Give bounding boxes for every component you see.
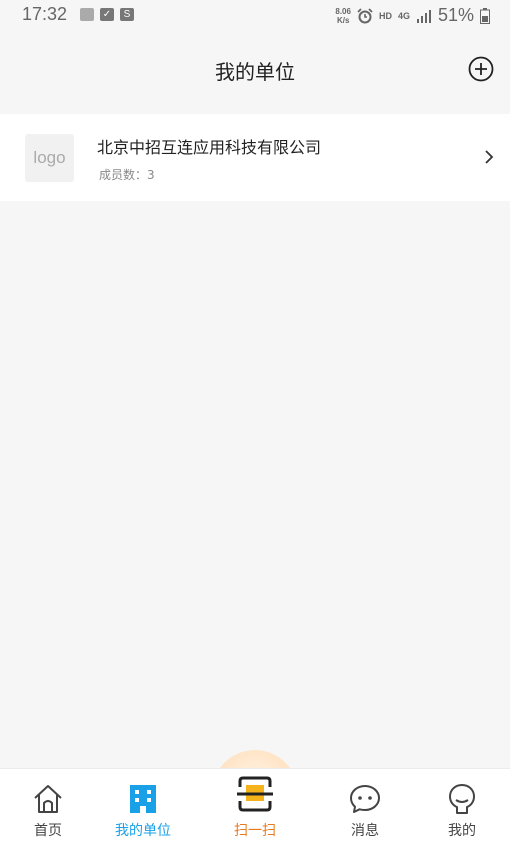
network-type: 4G (397, 10, 410, 21)
check-icon: ✓ (100, 8, 114, 21)
status-time: 17:32 (22, 4, 68, 24)
status-system-icons: 8.06 K/s HD 4G 51% (335, 5, 490, 26)
chevron-right-icon (485, 150, 494, 164)
status-notification-icons: ✓ S (80, 8, 134, 21)
tab-home[interactable]: 首页 (3, 769, 93, 850)
image-icon (80, 8, 94, 21)
plus-circle-icon[interactable] (468, 56, 494, 82)
battery-percent: 51% (437, 5, 474, 25)
network-speed-value: 8.06 (335, 6, 351, 16)
member-count: 成员数：3 (99, 168, 155, 182)
company-logo: logo (25, 134, 74, 182)
screen: 17:32 ✓ S 8.06 K/s HD 4G 51% 我的单位 logo 北… (0, 0, 510, 850)
hd-label: HD (378, 10, 392, 21)
signal-icon (416, 9, 431, 23)
company-list-item[interactable]: logo 北京中招互连应用科技有限公司 成员数：3 (0, 114, 510, 201)
tab-scan[interactable]: 扫一扫 (210, 769, 300, 850)
tab-home-label: 首页 (34, 823, 62, 839)
network-speed-unit: K/s (336, 15, 350, 25)
tab-my-unit-label: 我的单位 (115, 823, 171, 839)
status-bar: 17:32 ✓ S 8.06 K/s HD 4G 51% (0, 0, 510, 30)
tab-messages[interactable]: 消息 (320, 769, 410, 850)
tab-profile[interactable]: 我的 (417, 769, 507, 850)
company-name: 北京中招互连应用科技有限公司 (97, 138, 322, 157)
tab-messages-label: 消息 (351, 823, 379, 839)
battery-icon (480, 7, 490, 24)
tab-scan-label: 扫一扫 (234, 823, 276, 839)
scan-icon (237, 776, 273, 812)
s-app-icon: S (120, 8, 134, 21)
alarm-icon (357, 7, 373, 23)
profile-icon (449, 784, 475, 814)
tab-my-unit[interactable]: 我的单位 (98, 769, 188, 850)
home-icon (34, 785, 62, 813)
chat-icon (350, 785, 380, 813)
header: 我的单位 (0, 30, 510, 106)
tab-profile-label: 我的 (448, 823, 476, 839)
network-speed: 8.06 K/s (335, 7, 351, 25)
tab-bar: 首页 我的单位 扫一扫 消息 我的 (0, 768, 510, 850)
building-icon (130, 785, 156, 813)
page-title: 我的单位 (215, 60, 295, 84)
